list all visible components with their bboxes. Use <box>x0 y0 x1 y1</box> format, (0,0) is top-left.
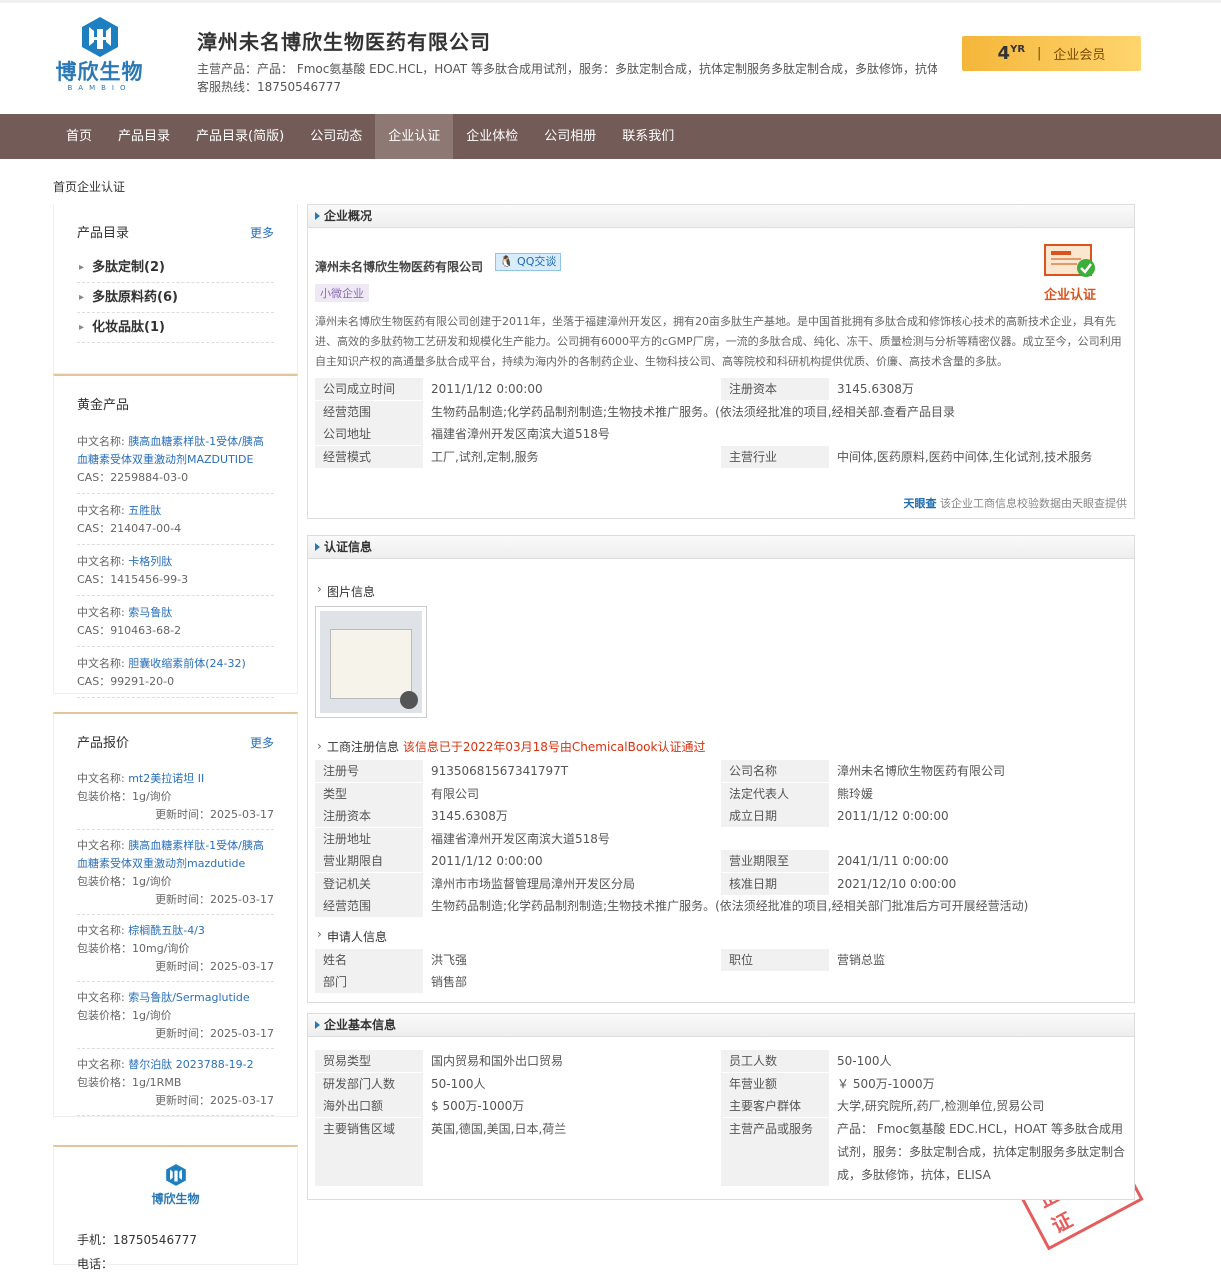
product-link[interactable]: 五胜肽 <box>128 504 161 517</box>
contact-phone: 电话： <box>77 1257 114 1271</box>
logo-text: 博欣生物 <box>55 60 144 84</box>
license-table: 注册号 91350681567341797T 公司名称 漳州未名博欣生物医药有限公司 … <box>315 760 1127 918</box>
company-tag: 小微企业 <box>315 284 369 302</box>
nav-certification[interactable]: 企业认证 <box>375 114 454 159</box>
product-link[interactable]: 索马鲁肽 <box>128 606 172 619</box>
gold-products-box: 黄金产品 中文名称: 胰高血糖素样肽-1受体/胰高血糖素受体双重激动剂MAZDU… <box>53 374 298 698</box>
gold-product-item: 中文名称: 胆囊收缩素前体(24-32) CAS：99291-20-0 <box>77 647 274 698</box>
certificate-icon <box>1044 244 1095 277</box>
applicant-table: 姓名 洪飞强 职位 营销总监 部门 销售部 <box>315 948 1127 994</box>
cert-badge-label: 企业认证 <box>1043 288 1096 303</box>
qq-icon: 🐧 <box>499 255 514 268</box>
quote-item: 中文名称: 胰高血糖素样肽-1受体/胰高血糖素受体双重激动剂mazdutide 包… <box>77 830 274 915</box>
member-years: 4YR <box>997 43 1026 64</box>
nav-news[interactable]: 公司动态 <box>297 114 375 159</box>
company-name: 漳州未名博欣生物医药有限公司 <box>197 30 491 54</box>
overview-panel: 企业概况 漳州未名博欣生物医药有限公司 🐧 QQ交谈 小微企业 企业认证 漳州未… <box>307 204 1135 519</box>
catalog-box: 产品目录 更多 多肽定制(2) 多肽原料药(6) 化妆品肽(1) <box>53 204 298 374</box>
main-products: 主营产品：产品： Fmoc氨基酸 EDC.HCL，HOAT 等多肽合成用试剂，服… <box>197 62 937 76</box>
basic-info-panel: 企业基本信息 贸易类型 国内贸易和国外出口贸易 员工人数 50-100人 研发部门人数… <box>307 1013 1135 1200</box>
gold-product-item: 中文名称: 五胜肽 CAS：214047-00-4 <box>77 494 274 545</box>
sidebar: 产品目录更多 多肽定制(2) 多肽原料药(6) 化妆品肽(1) 黄金产品 中文名… <box>53 204 298 1271</box>
gold-product-item: 中文名称: 索马鲁肽 CAS：910463-68-2 <box>77 596 274 647</box>
license-verified-note: 该信息已于2022年03月18号由ChemicalBook认证通过 <box>402 740 706 754</box>
header: 博欣生物 BAMBIO 漳州未名博欣生物医药有限公司 主营产品：产品： Fmoc… <box>0 3 1221 114</box>
quote-item: 中文名称: mt2美拉诺坦 II 包装价格：1g/询价 更新时间：2025-03-1… <box>77 763 274 830</box>
cert-info-title: 认证信息 <box>308 536 1134 559</box>
quote-link[interactable]: 索马鲁肽/Sermaglutide <box>128 991 249 1004</box>
overview-title: 企业概况 <box>308 205 1134 228</box>
logo-subtext: BAMBIO <box>67 84 132 92</box>
license-title-row: 工商注册信息 该信息已于2022年03月18号由ChemicalBook认证通过 <box>315 738 1127 758</box>
license-thumbnail[interactable] <box>315 606 427 718</box>
quotes-title: 产品报价 <box>77 736 130 751</box>
applicant-title: 申请人信息 <box>315 927 1127 945</box>
nav-catalog[interactable]: 产品目录 <box>105 114 183 159</box>
company-description: 漳州未名博欣生物医药有限公司创建于2011年，坐落于福建漳州开发区，拥有20亩多… <box>315 315 1122 368</box>
catalog-item[interactable]: 多肽定制(2) <box>77 253 274 283</box>
logo-mark-icon <box>165 1164 186 1186</box>
main-nav: 首页 产品目录 产品目录(简版) 公司动态 企业认证 企业体检 公司相册 联系我… <box>0 114 1221 159</box>
quotes-box: 产品报价 更多 中文名称: mt2美拉诺坦 II 包装价格：1g/询价 更新时间：20… <box>53 712 298 1117</box>
product-link[interactable]: 卡格列肽 <box>128 555 172 568</box>
quote-item: 中文名称: 索马鲁肽/Sermaglutide 包装价格：1g/询价 更新时间：20… <box>77 982 274 1049</box>
qq-chat-button[interactable]: 🐧 QQ交谈 <box>494 253 562 271</box>
quote-link[interactable]: 替尔泊肽 2023788-19-2 <box>128 1058 253 1071</box>
catalog-title: 产品目录 <box>77 226 130 241</box>
nav-checkup[interactable]: 企业体检 <box>453 114 531 159</box>
main-content: 企业概况 漳州未名博欣生物医药有限公司 🐧 QQ交谈 小微企业 企业认证 漳州未… <box>307 204 1144 1251</box>
nav-album[interactable]: 公司相册 <box>531 114 609 159</box>
license-title: 工商注册信息 <box>315 740 399 754</box>
nav-home[interactable]: 首页 <box>53 114 105 159</box>
pic-info-title: 图片信息 <box>315 582 1127 600</box>
overview-company-name: 漳州未名博欣生物医药有限公司 <box>315 260 484 274</box>
quote-item: 中文名称: 替尔泊肽 2023788-19-2 包装价格：1g/1RMB 更新时间：… <box>77 1049 274 1116</box>
nav-contact[interactable]: 联系我们 <box>609 114 687 159</box>
hotline: 客服热线：18750546777 <box>197 80 341 94</box>
view-catalog-link[interactable]: 查看产品目录 <box>883 401 1127 423</box>
basic-info-table: 贸易类型 国内贸易和国外出口贸易 员工人数 50-100人 研发部门人数 50-100人… <box>315 1050 1127 1186</box>
contact-mobile: 手机：18750546777 <box>77 1233 197 1247</box>
cert-badge[interactable]: 企业认证 <box>1043 243 1097 303</box>
gold-title: 黄金产品 <box>77 398 130 413</box>
basic-info-title: 企业基本信息 <box>308 1014 1134 1037</box>
cert-info-panel: 认证信息 图片信息 工商注册信息 该信息已于2022年03月18号由Chemic… <box>307 535 1144 1251</box>
catalog-item[interactable]: 多肽原料药(6) <box>77 283 274 313</box>
product-link[interactable]: 胆囊收缩素前体(24-32) <box>128 657 246 670</box>
tianyancha-logo: 天眼查 <box>903 497 937 510</box>
quotes-more-link[interactable]: 更多 <box>250 734 274 751</box>
member-badge[interactable]: 4YR | 企业会员 <box>962 36 1141 71</box>
catalog-item[interactable]: 化妆品肽(1) <box>77 313 274 343</box>
tianyancha-note: 天眼查 该企业工商信息校验数据由天眼查提供 <box>903 497 1128 510</box>
overview-table: 公司成立时间 2011/1/12 0:00:00 注册资本 3145.6308万 经营… <box>315 378 1127 468</box>
contact-logo: 博欣生物 <box>54 1163 297 1207</box>
breadcrumb: 首页企业认证 <box>53 180 126 194</box>
quote-link[interactable]: mt2美拉诺坦 II <box>128 772 204 785</box>
nav-catalog-simple[interactable]: 产品目录(简版) <box>183 114 297 159</box>
member-label: 企业会员 <box>1053 48 1106 63</box>
gold-product-item: 中文名称: 胰高血糖素样肽-1受体/胰高血糖素受体双重激动剂MAZDUTIDE C… <box>77 425 274 494</box>
contact-box: 博欣生物 手机：18750546777 电话： <box>53 1145 298 1271</box>
company-logo[interactable]: 博欣生物 BAMBIO <box>52 15 147 103</box>
gold-product-item: 中文名称: 卡格列肽 CAS：1415456-99-3 <box>77 545 274 596</box>
catalog-more-link[interactable]: 更多 <box>250 224 274 241</box>
quote-item: 中文名称: 棕榈酰五肽-4/3 包装价格：10mg/询价 更新时间：2025-03-… <box>77 915 274 982</box>
lock-icon <box>400 691 418 709</box>
logo-mark-icon <box>81 17 118 57</box>
quote-link[interactable]: 棕榈酰五肽-4/3 <box>128 924 205 937</box>
